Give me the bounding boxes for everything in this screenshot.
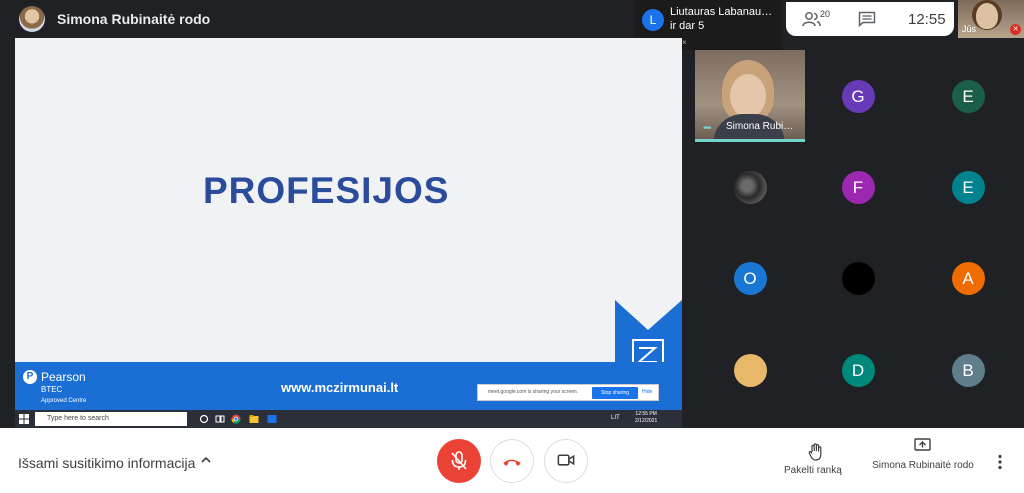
btec-label: BTEC (41, 385, 63, 394)
notification-avatar: L (642, 9, 664, 31)
participant-avatar[interactable]: A (951, 261, 985, 295)
taskbar-search[interactable]: Type here to search (35, 412, 187, 426)
windows-taskbar: Type here to search LIT 12:55 PM 2/12/20… (15, 410, 682, 428)
slide-title: PROFESIJOS (203, 170, 450, 211)
speaking-indicator-icon: ••• (703, 123, 711, 134)
presenter-title: Simona Rubinaitė rodo (57, 11, 211, 27)
share-notice: meet.google.com is sharing your screen. … (477, 384, 659, 401)
participant-avatar[interactable]: E (951, 170, 985, 204)
participant-avatar[interactable] (733, 170, 767, 204)
stop-sharing-button[interactable]: Stop sharing (592, 387, 638, 399)
bottom-bar: Išsami susitikimo informacija Pakelti ra… (0, 428, 1024, 493)
participant-avatar[interactable] (841, 261, 875, 295)
taskbar-search-placeholder: Type here to search (47, 415, 109, 422)
present-screen-icon[interactable] (914, 438, 931, 452)
participant-avatar[interactable]: E (951, 79, 985, 113)
more-vert-icon[interactable] (997, 454, 1003, 470)
participant-avatar[interactable] (733, 353, 767, 387)
videocam-icon (557, 454, 575, 466)
meet-window: Simona Rubinaitė rodo L Liutauras Labana… (0, 0, 1024, 493)
participant-tile-active[interactable]: ••• Simona Rubi… (695, 50, 805, 140)
self-view[interactable]: Jūs ✕ (958, 0, 1024, 38)
self-face (976, 3, 998, 29)
chat-icon[interactable] (858, 11, 876, 27)
share-notice-text: meet.google.com is sharing your screen. (488, 389, 579, 395)
cortana-icon[interactable] (199, 414, 209, 424)
mic-off-icon (451, 451, 467, 470)
mic-off-icon: ✕ (1010, 24, 1021, 35)
windows-start-icon[interactable] (19, 414, 29, 424)
task-view-icon[interactable] (215, 414, 225, 424)
clock: 12:55 (908, 11, 946, 28)
notification-name: Liutauras Labanau… (670, 6, 773, 18)
people-count: 20 (820, 9, 831, 19)
close-icon[interactable]: × (682, 38, 687, 47)
leave-call-button[interactable] (490, 439, 534, 483)
taskbar-language: LIT (611, 415, 620, 421)
pearson-label: Pearson (41, 370, 86, 384)
participant-avatar[interactable]: G (841, 79, 875, 113)
chevron-up-icon[interactable] (200, 454, 212, 466)
participant-avatar[interactable]: D (841, 353, 875, 387)
raise-hand-button[interactable]: Pakelti ranką (784, 465, 842, 476)
approved-label: Approved Centre (41, 398, 87, 404)
shared-screen: PROFESIJOS P Pearson BTEC Approved Centr… (15, 38, 682, 428)
taskbar-date: 2/12/2021 (635, 418, 658, 424)
pearson-logo: P (23, 370, 37, 384)
participant-name: Simona Rubi… (726, 121, 794, 132)
meeting-details-button[interactable]: Išsami susitikimo informacija (18, 455, 195, 471)
active-tile-highlight (695, 139, 805, 142)
participant-avatar[interactable]: B (951, 353, 985, 387)
participant-face (730, 74, 766, 118)
presenting-status-button[interactable]: Simona Rubinaitė rodo (872, 459, 974, 473)
chrome-icon[interactable] (231, 414, 241, 424)
notification-more: ir dar 5 (670, 20, 705, 32)
mic-toggle-button[interactable] (437, 439, 481, 483)
presenter-avatar (19, 6, 45, 32)
participant-avatar[interactable]: O (733, 261, 767, 295)
participant-avatar[interactable]: F (841, 170, 875, 204)
self-label: Jūs (962, 24, 977, 34)
camera-toggle-button[interactable] (544, 439, 588, 483)
taskbar-clock: 12:55 PM 2/12/2021 (635, 411, 657, 425)
app-icon[interactable] (267, 414, 277, 424)
header-controls: 20 12:55 (786, 2, 954, 36)
hide-button[interactable]: Hide (642, 389, 652, 395)
raise-hand-icon[interactable] (808, 443, 824, 461)
file-explorer-icon[interactable] (249, 414, 259, 424)
call-end-icon (503, 459, 521, 466)
website-label: www.mczirmunai.lt (281, 380, 399, 395)
taskbar-time: 12:55 PM (635, 411, 657, 417)
